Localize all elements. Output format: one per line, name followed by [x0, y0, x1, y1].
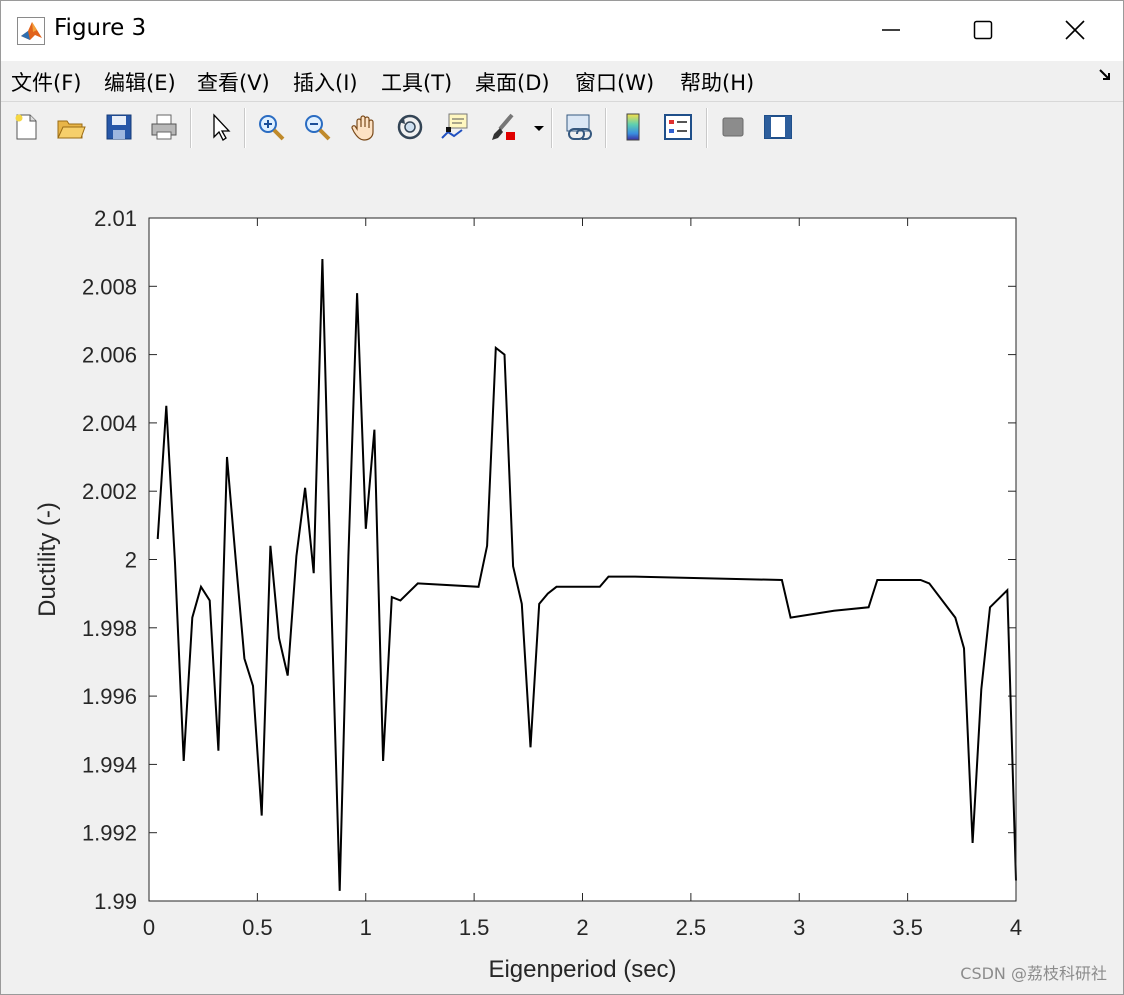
- pan-hand-icon: [351, 115, 374, 141]
- maximize-button[interactable]: [959, 7, 1007, 53]
- y-tick-label: 2.002: [82, 479, 137, 504]
- minimize-icon: [882, 29, 900, 31]
- zoom-out-icon: [305, 115, 331, 141]
- maximize-icon: [973, 20, 993, 40]
- zoom-out-button[interactable]: [301, 110, 333, 144]
- toolbar-separator: [706, 108, 708, 148]
- menu-window[interactable]: 窗口(W): [575, 67, 654, 97]
- x-axis-label: Eigenperiod (sec): [488, 956, 676, 983]
- x-tick-label: 1.5: [459, 915, 490, 940]
- y-tick-label: 1.992: [82, 821, 137, 846]
- x-tick-label: 2: [576, 915, 588, 940]
- rotate-3d-button[interactable]: [394, 110, 426, 144]
- y-tick-label: 1.998: [82, 616, 137, 641]
- menu-help[interactable]: 帮助(H): [680, 67, 754, 97]
- y-tick-label: 2.01: [94, 206, 137, 231]
- x-tick-label: 0: [143, 915, 155, 940]
- matlab-logo-icon: [17, 17, 45, 45]
- toolbar-separator: [190, 108, 192, 148]
- plot-area[interactable]: [149, 218, 1016, 901]
- select-arrow-icon: [213, 113, 231, 141]
- show-plot-tools-button[interactable]: [762, 110, 794, 144]
- pan-button[interactable]: [348, 110, 380, 144]
- colorbar-button[interactable]: [617, 110, 649, 144]
- save-icon: [106, 114, 132, 140]
- data-cursor-button[interactable]: [439, 110, 471, 144]
- menu-bar: 文件(F) 编辑(E) 查看(V) 插入(I) 工具(T) 桌面(D) 窗口(W…: [1, 61, 1123, 101]
- open-file-icon: [57, 120, 86, 139]
- hide-plot-tools-icon: [722, 117, 744, 137]
- toolbar-separator: [244, 108, 246, 148]
- select-button[interactable]: [204, 110, 236, 144]
- y-tick-label: 2: [125, 548, 137, 573]
- y-axis-label: Ductility (-): [34, 502, 61, 617]
- window-title: Figure 3: [54, 15, 147, 41]
- brush-button[interactable]: [487, 110, 519, 144]
- figure-window: Figure 3 文件(F) 编辑(E) 查看(V) 插入(I) 工具(T) 桌…: [0, 0, 1124, 995]
- data-cursor-icon: [441, 113, 468, 139]
- close-icon: [1065, 20, 1085, 40]
- y-tick-label: 1.99: [94, 889, 137, 914]
- menu-tools[interactable]: 工具(T): [381, 67, 452, 97]
- print-icon: [151, 114, 177, 140]
- menu-desktop[interactable]: 桌面(D): [475, 67, 550, 97]
- show-plot-tools-icon: [764, 115, 792, 139]
- menu-edit[interactable]: 编辑(E): [104, 67, 176, 97]
- hide-plot-tools-button[interactable]: [717, 110, 749, 144]
- new-figure-icon: [15, 114, 37, 140]
- toolstrip-collapse-icon[interactable]: [1097, 67, 1113, 83]
- zoom-in-button[interactable]: [255, 110, 287, 144]
- figure-canvas[interactable]: 0 0.5 1 1.5 2 2.5 3 3.5 4 1.99 1.992 1.994 1.996 1.99…: [1, 153, 1123, 994]
- link-plot-icon: [566, 114, 592, 140]
- zoom-in-icon: [259, 115, 285, 141]
- print-button[interactable]: [148, 110, 180, 144]
- line-chart[interactable]: 0 0.5 1 1.5 2 2.5 3 3.5 4 1.99 1.992 1.994 1.996 1.99…: [1, 153, 1123, 994]
- open-file-button[interactable]: [55, 110, 87, 144]
- brush-dropdown-button[interactable]: [531, 110, 547, 144]
- brush-icon: [492, 113, 515, 140]
- x-tick-label: 1: [360, 915, 372, 940]
- brush-dropdown-icon: [534, 126, 544, 131]
- y-tick-label: 2.008: [82, 274, 137, 299]
- y-tick-label: 1.996: [82, 684, 137, 709]
- rotate-3d-icon: [397, 114, 423, 140]
- new-figure-button[interactable]: [10, 110, 42, 144]
- toolbar-separator: [551, 108, 553, 148]
- x-tick-label: 3: [793, 915, 805, 940]
- x-tick-label: 2.5: [676, 915, 707, 940]
- figure-toolbar: [1, 101, 1123, 155]
- y-tick-label: 2.004: [82, 411, 137, 436]
- menu-file[interactable]: 文件(F): [11, 67, 81, 97]
- watermark: CSDN @荔枝科研社: [960, 964, 1107, 983]
- menu-view[interactable]: 查看(V): [197, 67, 270, 97]
- title-bar[interactable]: Figure 3: [1, 1, 1123, 61]
- x-tick-label: 4: [1010, 915, 1022, 940]
- x-tick-label: 0.5: [242, 915, 273, 940]
- x-tick-label: 3.5: [892, 915, 923, 940]
- toolbar-separator: [605, 108, 607, 148]
- legend-icon: [664, 114, 692, 140]
- y-tick-label: 1.994: [82, 752, 137, 777]
- y-tick-label: 2.006: [82, 343, 137, 368]
- save-button[interactable]: [103, 110, 135, 144]
- close-button[interactable]: [1051, 7, 1099, 53]
- link-plot-button[interactable]: [563, 110, 595, 144]
- legend-button[interactable]: [662, 110, 694, 144]
- menu-insert[interactable]: 插入(I): [293, 67, 358, 97]
- minimize-button[interactable]: [867, 7, 915, 53]
- colorbar-icon: [626, 113, 640, 141]
